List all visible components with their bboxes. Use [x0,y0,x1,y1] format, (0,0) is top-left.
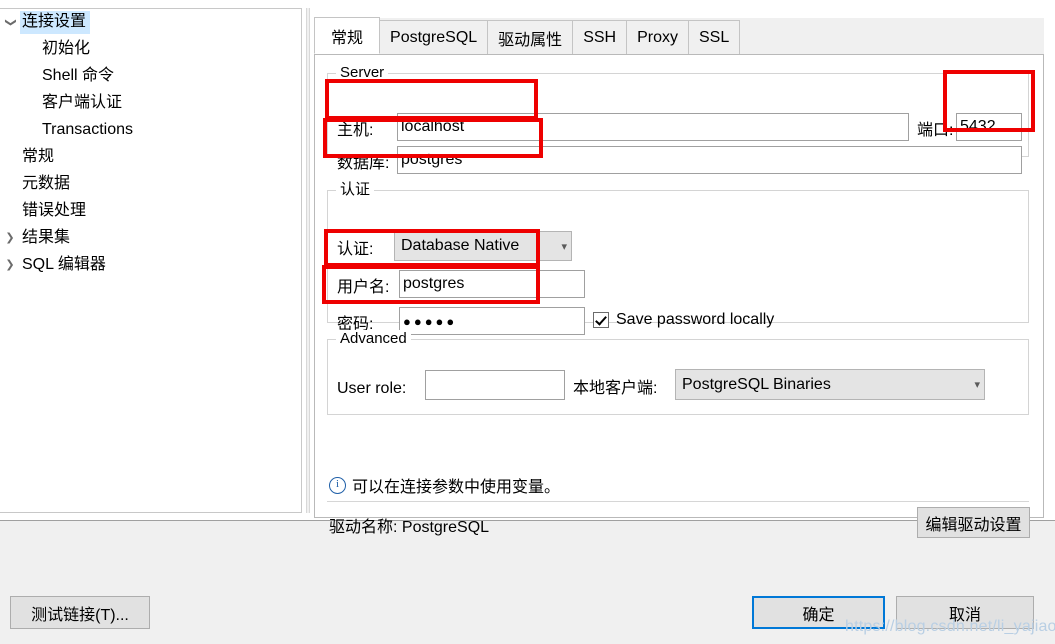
tab-label: Proxy [637,28,678,46]
chevron-down-icon: ▾ [974,379,980,391]
settings-tree-panel: ❯ 连接设置 初始化 Shell 命令 客户端认证 Transactions 常… [0,8,302,513]
dialog-content-area: ❯ 连接设置 初始化 Shell 命令 客户端认证 Transactions 常… [0,0,1055,538]
host-label: 主机: [337,122,374,139]
sidebar-item-general[interactable]: 常规 [0,144,301,171]
sidebar-item-label: 初始化 [42,40,91,58]
panel-splitter[interactable] [306,8,310,513]
variables-hint-text: 可以在连接参数中使用变量。 [352,479,561,496]
host-input[interactable]: localhost [397,113,909,141]
auth-method-label: 认证: [337,241,374,258]
settings-right-pane: 常规 PostgreSQL 驱动属性 SSH Proxy SSL Server … [314,17,1044,538]
tab-driver-properties[interactable]: 驱动属性 [487,20,574,54]
server-group-title: Server [336,64,389,82]
chevron-down-icon[interactable]: ❯ [5,13,17,33]
host-value: localhost [401,118,465,135]
sidebar-item-client-authentication[interactable]: 客户端认证 [0,90,301,117]
tab-label: 驱动属性 [498,31,563,49]
port-value: 5432 [960,118,996,135]
tab-panel-general: Server 主机: localhost 端口: 5432 数据库: postg… [314,55,1044,538]
sidebar-item-transactions[interactable]: Transactions [0,117,301,144]
port-input[interactable]: 5432 [956,113,1022,141]
password-value: ●●●●● [403,313,458,329]
advanced-group-title: Advanced [336,330,411,348]
sidebar-item-shell-commands[interactable]: Shell 命令 [0,63,301,90]
tab-label: SSL [699,28,730,46]
sidebar-item-label: 结果集 [22,229,71,247]
driver-name-label: 驱动名称: PostgreSQL [329,519,490,536]
local-client-label: 本地客户端: [573,380,658,397]
sidebar-item-sql-editor[interactable]: ❯ SQL 编辑器 [0,252,301,279]
auth-method-select[interactable]: Database Native ▾ [394,231,572,261]
password-input[interactable]: ●●●●● [399,307,585,335]
connection-settings-dialog: ❯ 连接设置 初始化 Shell 命令 客户端认证 Transactions 常… [0,0,1055,644]
tab-general[interactable]: 常规 [314,17,381,54]
save-password-checkbox[interactable] [593,312,609,328]
edit-driver-settings-label: 编辑驱动设置 [925,516,1022,534]
sidebar-item-label: 常规 [22,148,55,166]
tab-strip: 常规 PostgreSQL 驱动属性 SSH Proxy SSL [314,17,1044,55]
tab-label: SSH [583,28,617,46]
local-client-value: PostgreSQL Binaries [682,375,831,393]
database-label: 数据库: [337,155,390,172]
chevron-down-icon: ▾ [561,240,567,253]
username-input[interactable]: postgres [399,270,585,298]
ok-label: 确定 [802,606,835,624]
database-value: postgres [401,151,463,168]
sidebar-item-metadata[interactable]: 元数据 [0,171,301,198]
tab-label: PostgreSQL [390,28,478,46]
test-connection-label: 测试链接(T)... [31,606,129,624]
sidebar-item-label: SQL 编辑器 [22,256,106,274]
info-icon: i [329,476,346,494]
tab-label: 常规 [331,29,364,47]
port-label: 端口: [917,122,954,139]
section-divider [327,501,1029,502]
sidebar-item-label: 元数据 [22,175,71,193]
sidebar-item-label: 错误处理 [22,202,87,220]
username-label: 用户名: [337,279,390,296]
sidebar-item-connection-settings[interactable]: ❯ 连接设置 [0,9,301,36]
watermark-text: https://blog.csdn.net/li_yajiao [845,618,1055,635]
save-password-checkbox-row[interactable]: Save password locally [593,311,774,329]
save-password-label: Save password locally [616,311,775,328]
tab-proxy[interactable]: Proxy [626,20,689,54]
authentication-group-title: 认证 [336,181,375,199]
chevron-right-icon[interactable]: ❯ [0,233,20,244]
username-value: postgres [403,275,465,292]
sidebar-item-label: 客户端认证 [42,94,123,112]
sidebar-item-label: Shell 命令 [42,67,115,85]
tab-ssl[interactable]: SSL [688,20,741,54]
sidebar-item-error-handling[interactable]: 错误处理 [0,198,301,225]
sidebar-item-label: Transactions [42,121,133,139]
local-client-select[interactable]: PostgreSQL Binaries ▾ [675,369,985,400]
auth-method-value: Database Native [401,237,520,254]
edit-driver-settings-button[interactable]: 编辑驱动设置 [917,507,1030,538]
test-connection-button[interactable]: 测试链接(T)... [10,596,150,629]
variables-hint: i 可以在连接参数中使用变量。 [329,473,560,497]
user-role-input[interactable] [425,370,565,400]
sidebar-item-initialization[interactable]: 初始化 [0,36,301,63]
database-input[interactable]: postgres [397,146,1022,174]
tab-ssh[interactable]: SSH [572,20,628,54]
chevron-right-icon[interactable]: ❯ [0,260,20,271]
user-role-label: User role: [337,380,407,397]
tab-postgresql[interactable]: PostgreSQL [379,20,489,54]
sidebar-item-result-sets[interactable]: ❯ 结果集 [0,225,301,252]
sidebar-item-label: 连接设置 [20,11,91,34]
